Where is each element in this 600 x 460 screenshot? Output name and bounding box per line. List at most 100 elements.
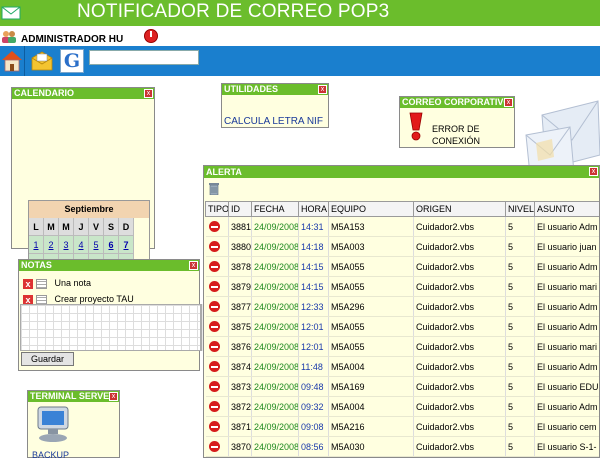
row-asunto-cell: El usuario Adm <box>535 217 600 237</box>
table-row[interactable]: 387124/09/200809:08M5A216Cuidador2.vbs5E… <box>206 417 600 437</box>
computer-icon <box>32 405 76 447</box>
row-equipo-cell: M5A004 <box>329 397 414 417</box>
error-icon <box>209 421 220 432</box>
row-origen-cell: Cuidador2.vbs <box>414 317 506 337</box>
row-equipo-cell: M5A030 <box>329 437 414 457</box>
row-fecha-cell: 24/09/2008 <box>252 337 299 357</box>
row-origen-cell: Cuidador2.vbs <box>414 217 506 237</box>
row-equipo-cell: M5A004 <box>329 357 414 377</box>
row-asunto-cell: El usuario juan <box>535 237 600 257</box>
table-row[interactable]: 387324/09/200809:48M5A169Cuidador2.vbs5E… <box>206 377 600 397</box>
row-type-cell <box>206 237 229 257</box>
table-row[interactable]: 387824/09/200814:15M5A055Cuidador2.vbs5E… <box>206 257 600 277</box>
calendar-day[interactable]: 5 <box>89 236 104 254</box>
app-logo-icon <box>1 4 21 20</box>
notas-panel: NOTAS x x Una nota x Crear proyecto TAU … <box>18 259 200 371</box>
row-nivel-cell: 5 <box>506 257 535 277</box>
backup-link[interactable]: BACKUP <box>32 450 69 460</box>
search-input[interactable] <box>89 50 199 65</box>
row-origen-cell: Cuidador2.vbs <box>414 437 506 457</box>
row-hora-cell: 09:08 <box>299 417 329 437</box>
calendar-day[interactable]: 6 <box>104 236 119 254</box>
column-header-hora[interactable]: HORA <box>299 202 329 217</box>
table-row[interactable]: 387924/09/200814:15M5A055Cuidador2.vbs5E… <box>206 277 600 297</box>
column-header-asunto[interactable]: ASUNTO <box>535 202 600 217</box>
row-asunto-cell: El usuario S-1- <box>535 437 600 457</box>
column-header-id[interactable]: ID <box>229 202 252 217</box>
close-icon[interactable]: x <box>504 98 513 107</box>
row-nivel-cell: 5 <box>506 277 535 297</box>
row-type-cell <box>206 257 229 277</box>
save-button[interactable]: Guardar <box>21 352 74 366</box>
error-icon <box>209 401 220 412</box>
row-type-cell <box>206 357 229 377</box>
close-icon[interactable]: x <box>144 89 153 98</box>
column-header-fecha[interactable]: FECHA <box>252 202 299 217</box>
error-icon <box>209 221 220 232</box>
notas-title: NOTAS <box>19 260 199 271</box>
user-bar: ADMINISTRADOR HU <box>0 26 600 46</box>
row-nivel-cell: 5 <box>506 237 535 257</box>
weekday-label: J <box>74 218 89 236</box>
mail-icon[interactable] <box>30 50 54 72</box>
close-icon[interactable]: x <box>589 167 598 176</box>
delete-note-icon[interactable]: x <box>23 279 33 289</box>
row-nivel-cell: 5 <box>506 217 535 237</box>
weekday-label: S <box>104 218 119 236</box>
row-type-cell <box>206 297 229 317</box>
table-row[interactable]: 387024/09/200808:56M5A030Cuidador2.vbs5E… <box>206 437 600 457</box>
table-row[interactable]: 387224/09/200809:32M5A004Cuidador2.vbs5E… <box>206 397 600 417</box>
calendar-day[interactable]: 4 <box>74 236 89 254</box>
note-text[interactable]: Una nota <box>55 278 92 288</box>
row-equipo-cell: M5A055 <box>329 277 414 297</box>
row-type-cell <box>206 217 229 237</box>
row-type-cell <box>206 377 229 397</box>
calendar-day[interactable]: 7 <box>119 236 134 254</box>
column-header-origen[interactable]: ORIGEN <box>414 202 506 217</box>
trash-icon[interactable] <box>208 182 220 195</box>
logout-power-icon[interactable] <box>144 29 158 43</box>
home-icon[interactable] <box>0 48 23 74</box>
error-icon <box>209 441 220 452</box>
table-row[interactable]: 388124/09/200814:31M5A153Cuidador2.vbs5E… <box>206 217 600 237</box>
row-asunto-cell: El usuario Adm <box>535 357 600 377</box>
table-row[interactable]: 387524/09/200812:01M5A055Cuidador2.vbs5E… <box>206 317 600 337</box>
terminal-title: TERMINAL SERVER <box>28 391 119 402</box>
calendar-day[interactable]: 1 <box>29 236 44 254</box>
row-asunto-cell: El usuario Adm <box>535 397 600 417</box>
row-fecha-cell: 24/09/2008 <box>252 217 299 237</box>
table-row[interactable]: 387624/09/200812:01M5A055Cuidador2.vbs5E… <box>206 337 600 357</box>
table-row[interactable]: 387724/09/200812:33M5A296Cuidador2.vbs5E… <box>206 297 600 317</box>
calendar-day[interactable]: 3 <box>59 236 74 254</box>
row-origen-cell: Cuidador2.vbs <box>414 417 506 437</box>
row-fecha-cell: 24/09/2008 <box>252 317 299 337</box>
row-hora-cell: 14:15 <box>299 277 329 297</box>
calcula-letra-nif-link[interactable]: CALCULA LETRA NIF <box>224 116 323 127</box>
row-nivel-cell: 5 <box>506 317 535 337</box>
close-icon[interactable]: x <box>109 392 118 401</box>
alert-table-header: TIPO ID FECHA HORA EQUIPO ORIGEN NIVEL A… <box>206 202 600 217</box>
column-header-nivel[interactable]: NIVEL <box>506 202 535 217</box>
row-asunto-cell: El usuario mari <box>535 337 600 357</box>
row-hora-cell: 12:33 <box>299 297 329 317</box>
row-fecha-cell: 24/09/2008 <box>252 237 299 257</box>
error-icon <box>209 381 220 392</box>
close-icon[interactable]: x <box>318 85 327 94</box>
close-icon[interactable]: x <box>189 261 198 270</box>
row-nivel-cell: 5 <box>506 417 535 437</box>
row-id-cell: 3876 <box>229 337 252 357</box>
row-asunto-cell: El usuario Adm <box>535 297 600 317</box>
calendar-day[interactable]: 2 <box>44 236 59 254</box>
column-header-tipo[interactable]: TIPO <box>206 202 229 217</box>
row-id-cell: 3873 <box>229 377 252 397</box>
note-textarea[interactable] <box>20 304 201 351</box>
note-text[interactable]: Crear proyecto TAU <box>55 294 134 304</box>
note-grid-icon[interactable] <box>36 279 47 289</box>
table-row[interactable]: 388024/09/200814:18M5A003Cuidador2.vbs5E… <box>206 237 600 257</box>
alerta-panel: ALERTA x TIPO ID FECHA HORA EQUIPO ORIGE… <box>203 165 600 458</box>
google-icon[interactable]: G <box>60 49 84 73</box>
column-header-equipo[interactable]: EQUIPO <box>329 202 414 217</box>
row-equipo-cell: M5A055 <box>329 257 414 277</box>
row-hora-cell: 08:56 <box>299 437 329 457</box>
table-row[interactable]: 387424/09/200811:48M5A004Cuidador2.vbs5E… <box>206 357 600 377</box>
